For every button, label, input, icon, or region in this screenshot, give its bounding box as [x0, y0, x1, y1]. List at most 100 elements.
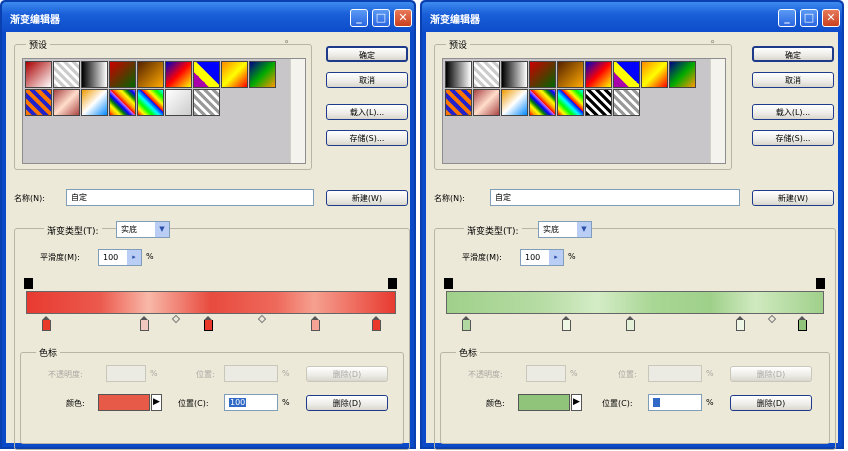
preset-swatch[interactable] [585, 61, 612, 88]
gradient-type-select[interactable]: 实底 ▼ [538, 221, 592, 238]
presets-swatch-list[interactable] [442, 58, 726, 164]
preset-swatch[interactable] [641, 61, 668, 88]
color-swatch[interactable] [518, 394, 570, 411]
maximize-icon: □ [375, 11, 387, 24]
preset-swatch[interactable] [613, 61, 640, 88]
delete-opacity-stop-button: 删除(D) [730, 366, 812, 382]
preset-swatch[interactable] [249, 61, 276, 88]
close-button[interactable]: ✕ [822, 9, 840, 27]
opacity-location-field [648, 365, 702, 382]
preset-swatch[interactable] [109, 89, 136, 116]
preset-swatch[interactable] [613, 89, 640, 116]
delete-color-stop-button[interactable]: 删除(D) [306, 395, 388, 411]
title-bar[interactable]: 渐变编辑器 _ □ ✕ [2, 2, 414, 32]
color-stop[interactable] [311, 316, 320, 331]
smoothness-field[interactable]: 100 ▸ [520, 249, 564, 266]
maximize-button[interactable]: □ [800, 9, 818, 27]
maximize-button[interactable]: □ [372, 9, 390, 27]
name-field[interactable]: 自定 [66, 189, 314, 206]
close-icon: ✕ [826, 11, 836, 24]
ok-button[interactable]: 确定 [752, 46, 834, 62]
new-button[interactable]: 新建(W) [326, 190, 408, 206]
minimize-button[interactable]: _ [350, 9, 368, 27]
name-field[interactable]: 自定 [490, 189, 740, 206]
location-field[interactable]: 100 [224, 394, 278, 411]
color-stop[interactable] [42, 316, 51, 331]
opacity-stop-right[interactable] [816, 278, 825, 289]
load-button[interactable]: 载入(L)... [752, 104, 834, 120]
preset-swatch[interactable] [501, 89, 528, 116]
color-stop[interactable] [562, 316, 571, 331]
preset-swatch[interactable] [529, 89, 556, 116]
preset-swatch[interactable] [557, 61, 584, 88]
preset-swatch[interactable] [81, 61, 108, 88]
preset-swatch[interactable] [137, 89, 164, 116]
presets-swatch-list[interactable] [22, 58, 306, 164]
opacity-stop-left[interactable] [444, 278, 453, 289]
preset-swatch[interactable] [137, 61, 164, 88]
color-stop[interactable] [462, 316, 471, 331]
location-label: 位置(C): [602, 399, 633, 408]
load-button[interactable]: 载入(L)... [326, 104, 408, 120]
color-stop[interactable] [372, 316, 381, 331]
minimize-button[interactable]: _ [778, 9, 796, 27]
preset-swatch[interactable] [529, 61, 556, 88]
close-button[interactable]: ✕ [394, 9, 412, 27]
preset-swatch[interactable] [193, 89, 220, 116]
presets-scrollbar[interactable] [710, 59, 725, 163]
preset-swatch[interactable] [165, 89, 192, 116]
preset-swatch[interactable] [109, 61, 136, 88]
color-stop[interactable] [736, 316, 745, 331]
preset-swatch[interactable] [585, 89, 612, 116]
opacity-stop-left[interactable] [24, 278, 33, 289]
opacity-location-label: 位置: [618, 370, 637, 379]
presets-scrollbar[interactable] [290, 59, 305, 163]
preset-swatch[interactable] [473, 61, 500, 88]
color-swatch[interactable] [98, 394, 150, 411]
minimize-icon: _ [356, 11, 362, 24]
location-field[interactable] [648, 394, 702, 411]
preset-swatch[interactable] [193, 61, 220, 88]
window-title: 渐变编辑器 [430, 15, 480, 26]
color-stop[interactable] [140, 316, 149, 331]
gradient-preview-bar[interactable] [446, 291, 824, 314]
gradient-type-select[interactable]: 实底 ▼ [116, 221, 170, 238]
preset-swatch[interactable] [473, 89, 500, 116]
color-menu-arrow-icon[interactable]: ▶ [151, 394, 162, 411]
cancel-button[interactable]: 取消 [326, 72, 408, 88]
title-bar[interactable]: 渐变编辑器 _ □ ✕ [422, 2, 842, 32]
gradient-type-value: 实底 [121, 225, 137, 234]
gradient-preview-bar[interactable] [26, 291, 396, 314]
smoothness-percent: % [568, 252, 576, 261]
preset-swatch[interactable] [25, 89, 52, 116]
color-stop-selected[interactable] [798, 316, 807, 331]
color-stop-selected[interactable] [204, 316, 213, 331]
preset-swatch[interactable] [53, 89, 80, 116]
opacity-stop-right[interactable] [388, 278, 397, 289]
preset-swatch[interactable] [25, 61, 52, 88]
preset-swatch[interactable] [669, 61, 696, 88]
preset-swatch[interactable] [557, 89, 584, 116]
preset-swatch[interactable] [501, 61, 528, 88]
color-menu-arrow-icon[interactable]: ▶ [571, 394, 582, 411]
opacity-location-percent: % [706, 369, 714, 378]
dialog-body: 预设 ◦ 确定 取消 载入(L)... 存储(S)... 名称(N): 自定 新… [6, 32, 410, 450]
preset-swatch[interactable] [53, 61, 80, 88]
color-stop[interactable] [626, 316, 635, 331]
cancel-button[interactable]: 取消 [752, 72, 834, 88]
chevron-down-icon: ▼ [577, 222, 591, 237]
presets-menu-icon[interactable]: ◦ [284, 38, 289, 48]
preset-swatch[interactable] [445, 89, 472, 116]
preset-swatch[interactable] [81, 89, 108, 116]
new-button[interactable]: 新建(W) [752, 190, 834, 206]
save-button[interactable]: 存储(S)... [326, 130, 408, 146]
preset-swatch[interactable] [445, 61, 472, 88]
delete-color-stop-button[interactable]: 删除(D) [730, 395, 812, 411]
gradient-editor-window-left: 渐变编辑器 _ □ ✕ 预设 ◦ 确定 取消 载入(L)... 存储(S)...… [0, 0, 416, 450]
presets-menu-icon[interactable]: ◦ [710, 38, 715, 48]
preset-swatch[interactable] [221, 61, 248, 88]
ok-button[interactable]: 确定 [326, 46, 408, 62]
save-button[interactable]: 存储(S)... [752, 130, 834, 146]
smoothness-field[interactable]: 100 ▸ [98, 249, 142, 266]
preset-swatch[interactable] [165, 61, 192, 88]
